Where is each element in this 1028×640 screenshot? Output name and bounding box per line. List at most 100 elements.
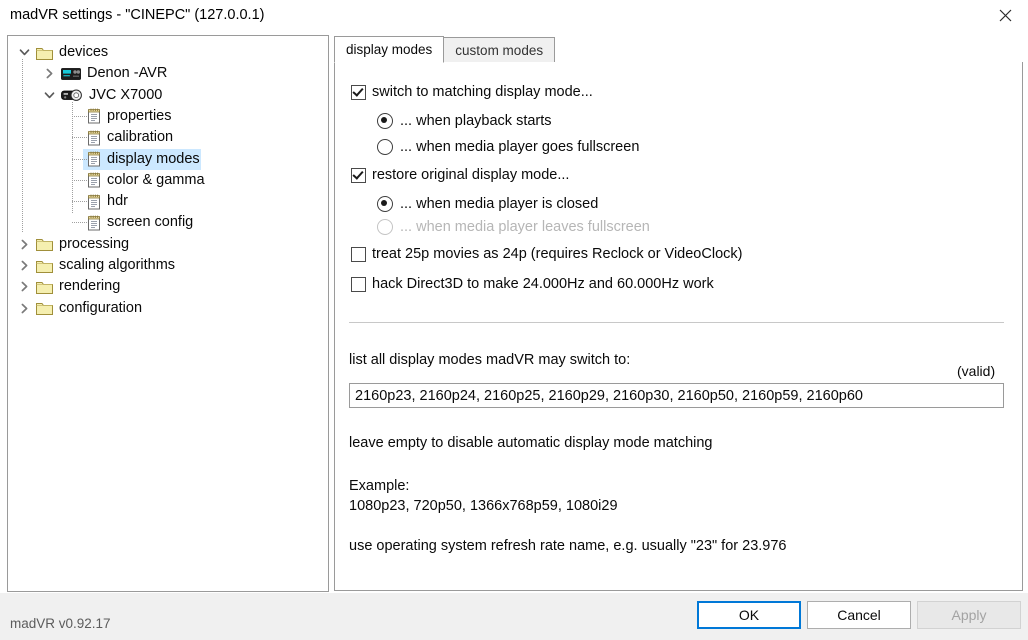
apply-button[interactable]: Apply (917, 601, 1021, 629)
radio-label: ... when media player leaves fullscreen (400, 219, 650, 235)
tree-item-label: scaling algorithms (59, 257, 176, 273)
chevron-down-icon[interactable] (16, 45, 32, 61)
tab-bar[interactable]: display modes custom modes (334, 36, 556, 63)
tree-item-label: devices (59, 44, 109, 60)
tree-item-label: rendering (59, 278, 121, 295)
tree-item-color-gamma[interactable]: color & gamma (66, 170, 208, 191)
madvr-settings-window: madVR settings - "CINEPC" (127.0.0.1) de… (0, 0, 1028, 640)
tree-item-label: color & gamma (107, 171, 205, 188)
tree-item-label: screen config (107, 214, 194, 231)
receiver-icon (61, 67, 81, 81)
checkbox-box (351, 167, 366, 183)
tree-item-rendering[interactable]: rendering (16, 276, 123, 297)
tree-item-screen-config[interactable]: screen config (66, 212, 196, 233)
example-title: Example: (349, 478, 410, 494)
tree-item-jvc-x7000[interactable]: JVC X7000 (41, 85, 165, 106)
hint-refresh-rate-name: use operating system refresh rate name, … (349, 538, 787, 554)
checkbox-treat-25p-as-24p[interactable]: treat 25p movies as 24p (requires Recloc… (351, 246, 742, 262)
tab-label: display modes (346, 42, 433, 57)
checkbox-label: treat 25p movies as 24p (requires Recloc… (372, 246, 743, 262)
notepad-icon (87, 215, 101, 231)
radio-dot (377, 196, 393, 212)
checkbox-label: restore original display mode... (372, 167, 570, 183)
tree-item-label: hdr (107, 193, 128, 210)
display-modes-list-label: list all display modes madVR may switch … (349, 352, 631, 368)
tab-display-modes[interactable]: display modes (334, 36, 445, 63)
radio-dot (377, 219, 393, 235)
chevron-down-icon[interactable] (41, 87, 57, 103)
tree-item-configuration[interactable]: configuration (16, 298, 145, 319)
folder-icon (36, 46, 53, 60)
radio-dot (377, 139, 393, 155)
radio-when-player-is-closed[interactable]: ... when media player is closed (377, 196, 598, 212)
tree-item-label: properties (107, 107, 172, 124)
display-modes-input[interactable] (349, 383, 1004, 408)
chevron-right-icon[interactable] (16, 236, 32, 252)
folder-icon (36, 259, 53, 273)
tree-guide-line (22, 59, 23, 232)
tree-item-denon-avr[interactable]: Denon -AVR (41, 63, 170, 84)
tree-item-label: configuration (59, 299, 143, 316)
notepad-icon (87, 194, 101, 210)
radio-dot (377, 113, 393, 129)
checkbox-label: hack Direct3D to make 24.000Hz and 60.00… (372, 276, 714, 292)
checkbox-box (351, 84, 366, 100)
chevron-right-icon[interactable] (16, 279, 32, 295)
settings-tree-panel[interactable]: devices Denon -AVR JVC X7000 properties cali… (7, 35, 329, 592)
tree-item-devices[interactable]: devices (16, 42, 111, 63)
tree-item-hdr[interactable]: hdr (66, 191, 131, 212)
checkbox-box (351, 246, 366, 262)
tree-item-label: processing (59, 235, 130, 252)
chevron-right-icon[interactable] (41, 66, 57, 82)
folder-icon (36, 280, 53, 294)
tab-custom-modes[interactable]: custom modes (443, 37, 556, 63)
folder-icon (36, 237, 53, 252)
tree-item-label: display modes (107, 150, 200, 167)
tree-item-label: calibration (107, 129, 174, 146)
checkbox-restore-original-display-mode[interactable]: restore original display mode... (351, 167, 569, 183)
settings-tree: devices Denon -AVR JVC X7000 properties cali… (8, 36, 328, 591)
window-title: madVR settings - "CINEPC" (127.0.0.1) (10, 7, 265, 23)
cancel-button[interactable]: Cancel (807, 601, 911, 629)
tree-item-processing[interactable]: processing (16, 234, 132, 255)
chevron-right-icon[interactable] (16, 300, 32, 316)
radio-label: ... when media player is closed (400, 196, 599, 212)
radio-when-playback-starts[interactable]: ... when playback starts (377, 113, 552, 129)
checkbox-label: switch to matching display mode... (372, 84, 593, 100)
tree-item-properties[interactable]: properties (66, 106, 174, 127)
notepad-icon (87, 172, 101, 188)
notepad-icon (87, 130, 101, 146)
checkbox-hack-direct3d[interactable]: hack Direct3D to make 24.000Hz and 60.00… (351, 276, 714, 292)
checkbox-box (351, 276, 366, 292)
tree-expander-spacer (66, 108, 82, 124)
tree-expander-spacer (66, 130, 82, 146)
title-bar: madVR settings - "CINEPC" (127.0.0.1) (0, 0, 1028, 32)
tree-expander-spacer (66, 172, 82, 188)
radio-when-player-goes-fullscreen[interactable]: ... when media player goes fullscreen (377, 139, 639, 155)
valid-indicator-label: (valid) (957, 363, 996, 379)
tree-expander-spacer (66, 151, 82, 167)
section-divider (349, 322, 1004, 323)
radio-label: ... when playback starts (400, 113, 552, 129)
version-label: madVR v0.92.17 (10, 616, 111, 631)
radio-when-player-leaves-fullscreen: ... when media player leaves fullscreen (377, 219, 650, 235)
close-icon[interactable] (982, 0, 1028, 31)
ok-button[interactable]: OK (697, 601, 801, 629)
chevron-right-icon[interactable] (16, 258, 32, 274)
example-value: 1080p23, 720p50, 1366x768p59, 1080i29 (349, 498, 618, 514)
tree-item-label: JVC X7000 (89, 86, 163, 103)
notepad-icon (87, 108, 101, 124)
tree-item-display-modes[interactable]: display modes (66, 148, 203, 170)
tree-item-label: Denon -AVR (87, 65, 168, 82)
radio-label: ... when media player goes fullscreen (400, 139, 640, 155)
hint-leave-empty: leave empty to disable automatic display… (349, 435, 713, 451)
tree-item-calibration[interactable]: calibration (66, 127, 176, 148)
projector-icon (61, 88, 83, 102)
tab-label: custom modes (455, 42, 544, 58)
tree-expander-spacer (66, 194, 82, 210)
folder-icon (36, 301, 53, 316)
checkbox-switch-matching-display-mode[interactable]: switch to matching display mode... (351, 84, 593, 100)
tree-item-scaling-algorithms[interactable]: scaling algorithms (16, 255, 178, 276)
notepad-icon (87, 151, 101, 167)
tree-expander-spacer (66, 215, 82, 231)
